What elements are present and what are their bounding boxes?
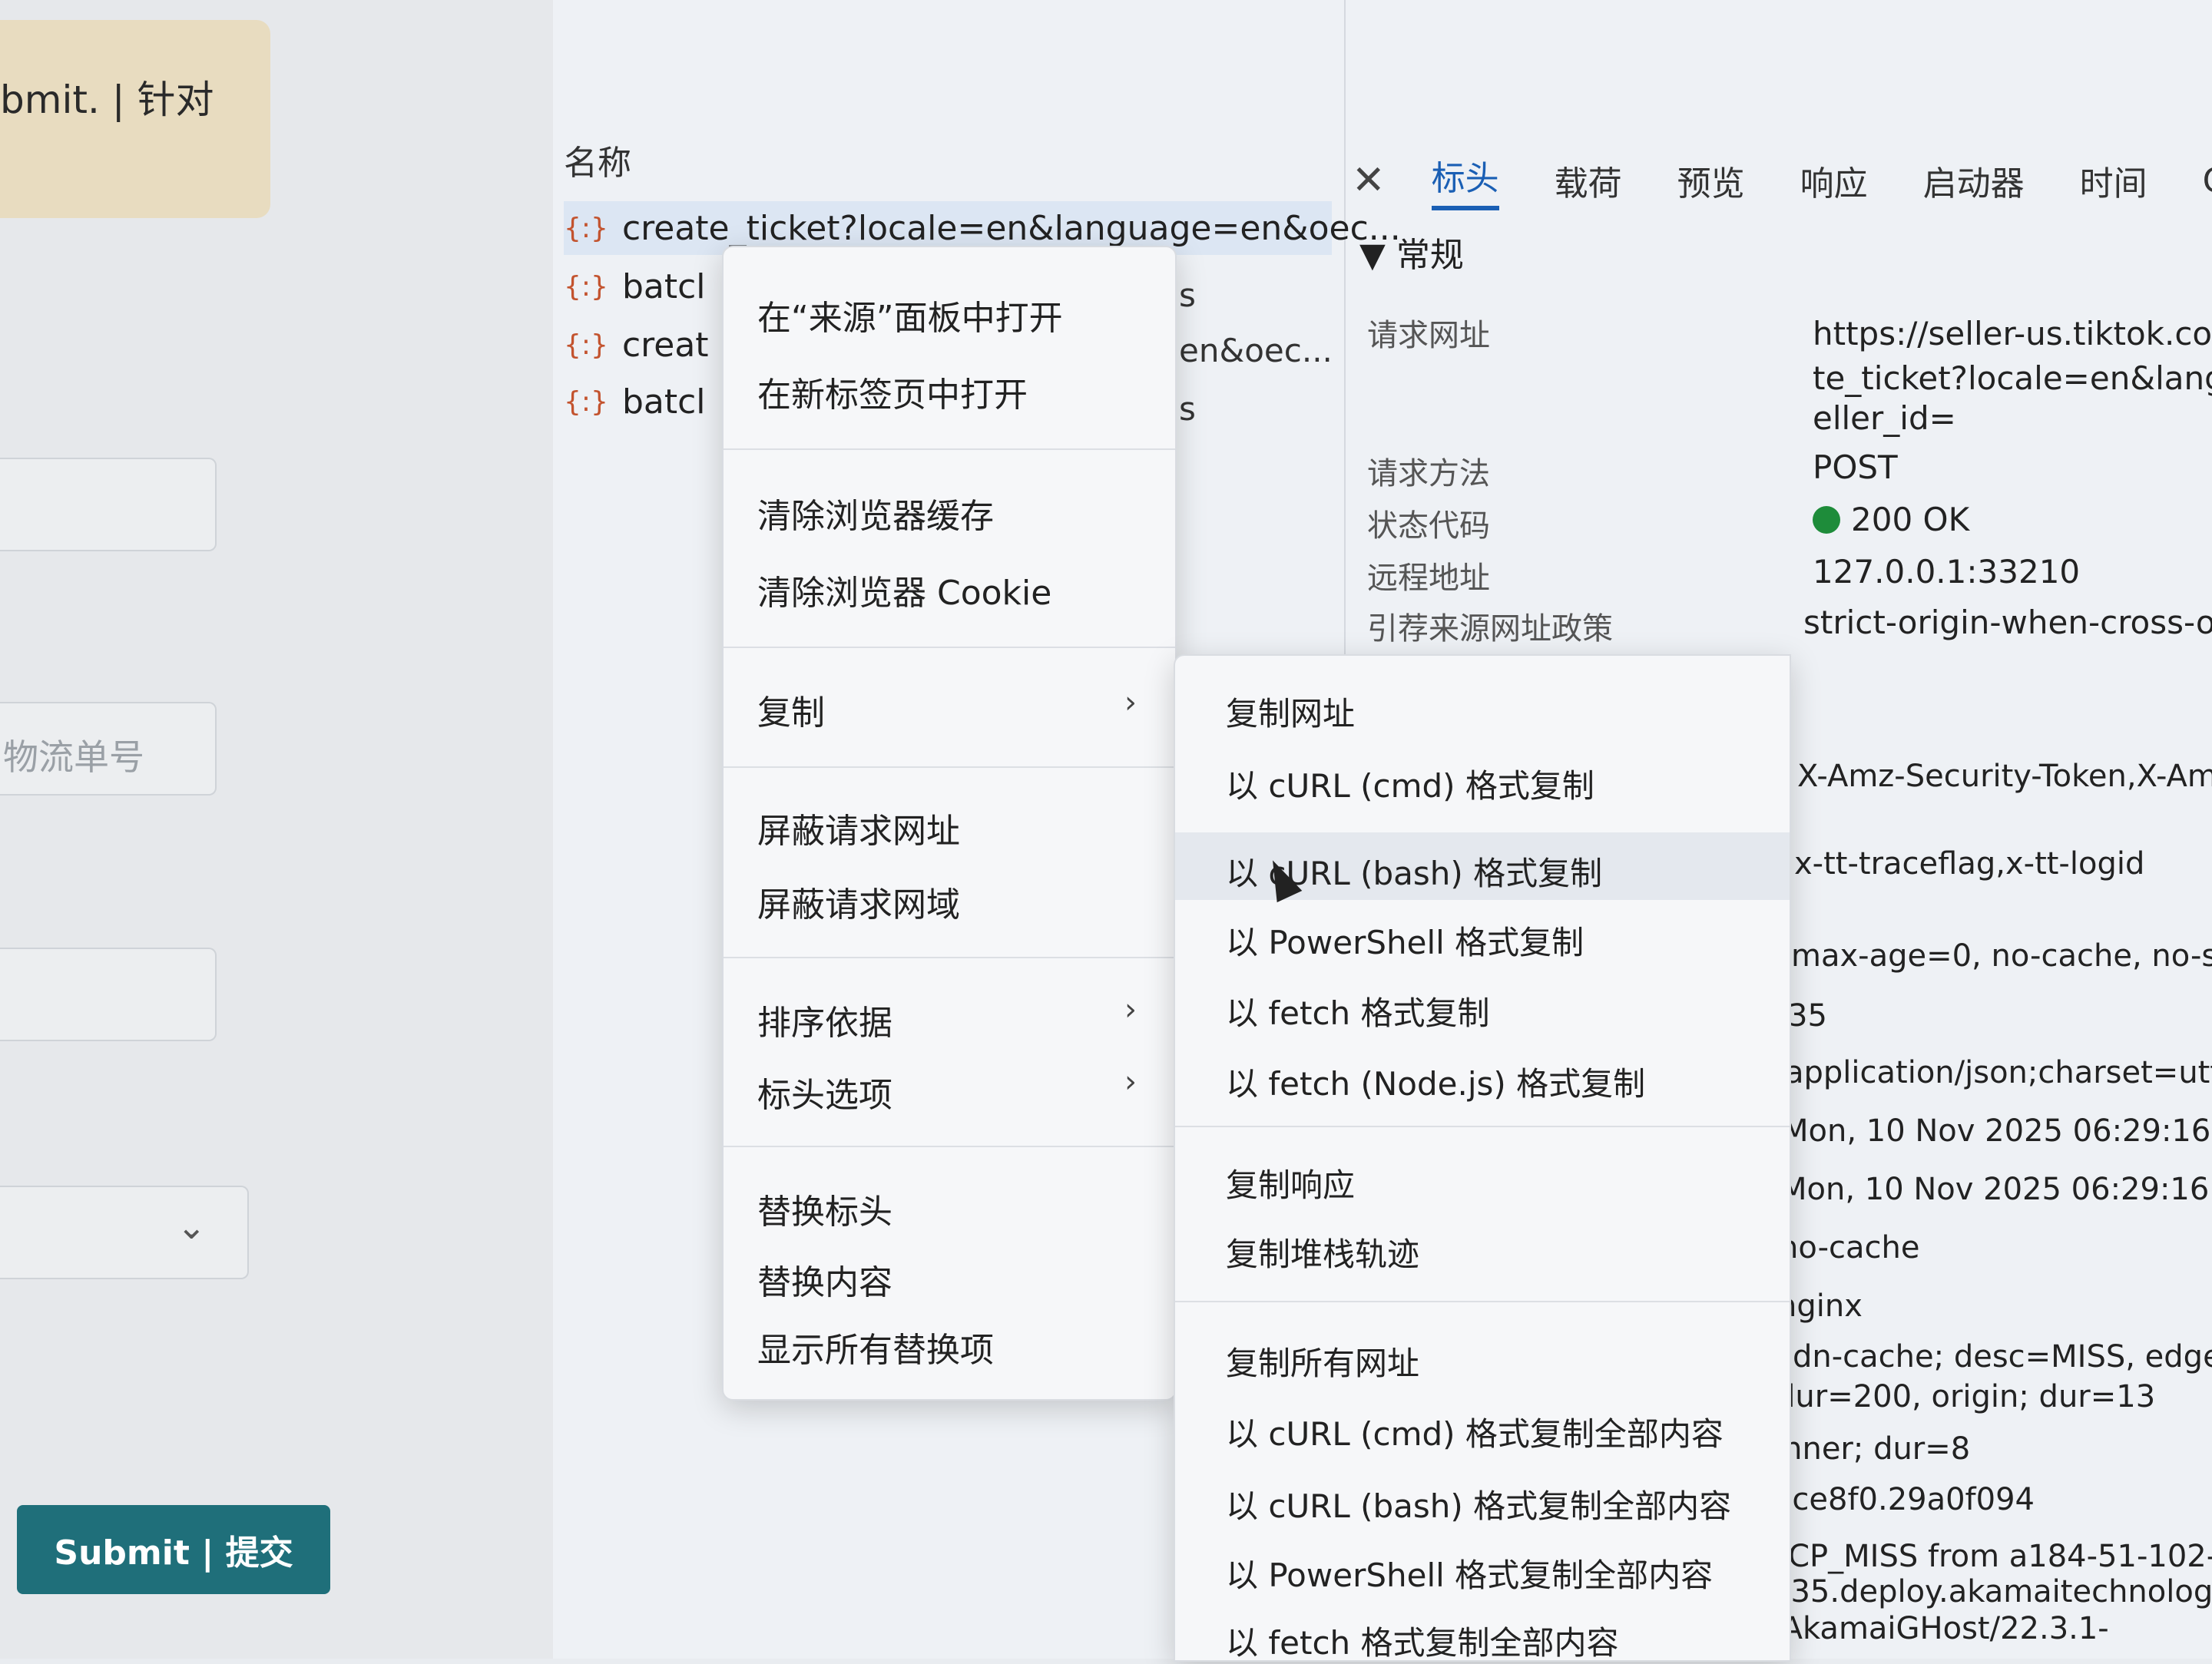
menu-copy-stack-trace[interactable]: 复制堆栈轨迹 xyxy=(1226,1229,1419,1275)
menu-override-headers[interactable]: 替换标头 xyxy=(757,1184,892,1233)
xhr-icon: {:} xyxy=(564,212,608,244)
menu-copy-all-as-fetch[interactable]: 以 fetch 格式复制全部内容 xyxy=(1226,1617,1619,1664)
notice-text: bmit. | 针对 xyxy=(0,78,214,122)
context-menu: 在“来源”面板中打开 在新标签页中打开 清除浏览器缓存 清除浏览器 Cookie… xyxy=(722,246,1177,1401)
header-value: Mon, 10 Nov 2025 06:29:16 GM xyxy=(1780,1172,2212,1207)
referrer-policy-key: 引荐来源网址政策 xyxy=(1367,611,1613,647)
header-value: (AkamaiGHost/22.3.1- xyxy=(1770,1611,2109,1646)
header-value: x-tt-traceflag,x-tt-logid xyxy=(1794,846,2145,882)
menu-copy-as-fetch[interactable]: 以 fetch 格式复制 xyxy=(1226,987,1490,1034)
tracking-placeholder: 物流单号 xyxy=(3,736,144,778)
header-value: no-cache xyxy=(1779,1230,1920,1265)
chevron-right-icon: › xyxy=(1124,1064,1137,1100)
tab-headers[interactable]: 标头 xyxy=(1431,151,1499,210)
menu-copy-all-urls[interactable]: 复制所有网址 xyxy=(1226,1338,1419,1384)
chevron-down-icon[interactable]: ⌄ xyxy=(177,1206,207,1247)
header-value: cdn-cache; desc=MISS, edge; xyxy=(1776,1339,2212,1375)
menu-block-request-url[interactable]: 屏蔽请求网址 xyxy=(757,803,960,852)
request-name-tail: s xyxy=(1179,390,1196,428)
header-value: 35 xyxy=(1788,998,1827,1034)
remote-address-value: 127.0.0.1:33210 xyxy=(1813,553,2081,591)
request-row[interactable]: {:} creat xyxy=(564,318,709,372)
general-section-header[interactable]: ▼ 常规 xyxy=(1359,227,1464,276)
request-name: batcl xyxy=(621,382,706,422)
request-row[interactable]: {:} batcl xyxy=(564,260,706,313)
dropdown-field[interactable] xyxy=(0,1186,249,1279)
header-value: dur=200, origin; dur=13 xyxy=(1776,1379,2156,1414)
left-page: bmit. | 针对 物流单号 ⌄ Submit | 提交 xyxy=(0,0,553,1659)
status-code-value: 200 OK xyxy=(1813,501,1969,538)
menu-copy-response[interactable]: 复制响应 xyxy=(1226,1160,1355,1206)
menu-copy-as-curl-cmd[interactable]: 以 cURL (cmd) 格式复制 xyxy=(1226,760,1594,807)
header-value: 135.deploy.akamaitechnologies.co xyxy=(1771,1574,2212,1609)
menu-show-all-overrides[interactable]: 显示所有替换项 xyxy=(757,1322,994,1371)
menu-separator xyxy=(724,647,1175,648)
detail-tabs: ✕ 标头 载荷 预览 响应 启动器 时间 Coo xyxy=(1352,146,2212,215)
status-code-text: 200 OK xyxy=(1851,501,1970,538)
copy-submenu: 复制网址 以 cURL (cmd) 格式复制 以 cURL (bash) 格式复… xyxy=(1174,654,1791,1662)
menu-open-in-new-tab[interactable]: 在新标签页中打开 xyxy=(757,367,1028,416)
menu-header-options[interactable]: 标头选项 xyxy=(757,1067,892,1117)
submit-button[interactable]: Submit | 提交 xyxy=(17,1505,330,1594)
request-name-tail: s xyxy=(1179,276,1196,314)
menu-open-in-sources[interactable]: 在“来源”面板中打开 xyxy=(757,290,1063,339)
header-value: Mon, 10 Nov 2025 06:29:16 GM xyxy=(1782,1113,2212,1149)
status-code-key: 状态代码 xyxy=(1367,508,1490,544)
menu-separator xyxy=(1175,1301,1790,1302)
menu-copy-as-powershell[interactable]: 以 PowerShell 格式复制 xyxy=(1226,917,1584,964)
menu-separator xyxy=(1175,1126,1790,1127)
request-name: batcl xyxy=(621,266,706,306)
menu-separator xyxy=(724,1146,1175,1147)
xhr-icon: {:} xyxy=(564,329,608,361)
chevron-right-icon: › xyxy=(1124,992,1137,1027)
header-value: TCP_MISS from a184-51-102- xyxy=(1771,1539,2212,1574)
menu-separator xyxy=(724,766,1175,768)
form-field-3[interactable] xyxy=(0,948,217,1041)
request-name: create_ticket?locale=en&language=en&oec.… xyxy=(621,208,1401,248)
menu-copy-all-as-curl-cmd[interactable]: 以 cURL (cmd) 格式复制全部内容 xyxy=(1226,1408,1724,1455)
header-value: bce8f0.29a0f094 xyxy=(1773,1482,2035,1517)
menu-clear-cookies[interactable]: 清除浏览器 Cookie xyxy=(757,565,1051,614)
name-column-header[interactable]: 名称 xyxy=(564,135,631,184)
header-value: application/json;charset=utf-8 xyxy=(1785,1055,2212,1090)
referrer-policy-value: strict-origin-when-cross-origi xyxy=(1803,604,2212,641)
menu-sort-by[interactable]: 排序依据 xyxy=(757,995,892,1044)
tab-preview[interactable]: 预览 xyxy=(1677,156,1745,205)
menu-override-content[interactable]: 替换内容 xyxy=(757,1255,892,1304)
tab-response[interactable]: 响应 xyxy=(1800,156,1868,205)
close-icon[interactable]: ✕ xyxy=(1352,157,1386,203)
menu-copy-as-fetch-nodejs[interactable]: 以 fetch (Node.js) 格式复制 xyxy=(1226,1058,1645,1105)
header-value: inner; dur=8 xyxy=(1774,1431,1971,1467)
header-value: X-Amz-Security-Token,X-Amz- xyxy=(1797,759,2212,794)
xhr-icon: {:} xyxy=(564,385,608,418)
menu-separator xyxy=(724,448,1175,450)
request-url-value: https://seller-us.tiktok.com/a xyxy=(1813,315,2212,352)
menu-clear-cache[interactable]: 清除浏览器缓存 xyxy=(757,488,994,538)
request-url-value-line3: eller_id= xyxy=(1813,399,1956,437)
menu-block-request-domain[interactable]: 屏蔽请求网域 xyxy=(757,877,960,926)
request-method-value: POST xyxy=(1813,448,1898,486)
tab-payload[interactable]: 载荷 xyxy=(1555,156,1622,205)
remote-address-key: 远程地址 xyxy=(1367,561,1490,596)
menu-copy[interactable]: 复制 xyxy=(757,685,825,734)
xhr-icon: {:} xyxy=(564,270,608,303)
request-name: creat xyxy=(621,325,709,365)
menu-copy-all-as-powershell[interactable]: 以 PowerShell 格式复制全部内容 xyxy=(1226,1550,1713,1596)
menu-copy-all-as-curl-bash[interactable]: 以 cURL (bash) 格式复制全部内容 xyxy=(1226,1480,1731,1527)
form-field-1[interactable] xyxy=(0,458,217,551)
request-row[interactable]: {:} batcl xyxy=(564,375,706,428)
request-method-key: 请求方法 xyxy=(1367,456,1490,491)
tab-cookies[interactable]: Coo xyxy=(2203,161,2212,200)
request-name-tail: en&oec... xyxy=(1179,332,1333,369)
chevron-right-icon: › xyxy=(1124,685,1137,720)
request-url-key: 请求网址 xyxy=(1367,318,1490,353)
menu-separator xyxy=(724,957,1175,958)
header-value: max-age=0, no-cache, no-stor xyxy=(1791,938,2212,974)
tab-initiator[interactable]: 启动器 xyxy=(1923,156,2025,205)
request-url-value-line2: te_ticket?locale=en&languag xyxy=(1813,359,2212,397)
menu-copy-url[interactable]: 复制网址 xyxy=(1226,688,1355,735)
status-ok-icon xyxy=(1813,506,1840,534)
tab-timing[interactable]: 时间 xyxy=(2080,156,2147,205)
